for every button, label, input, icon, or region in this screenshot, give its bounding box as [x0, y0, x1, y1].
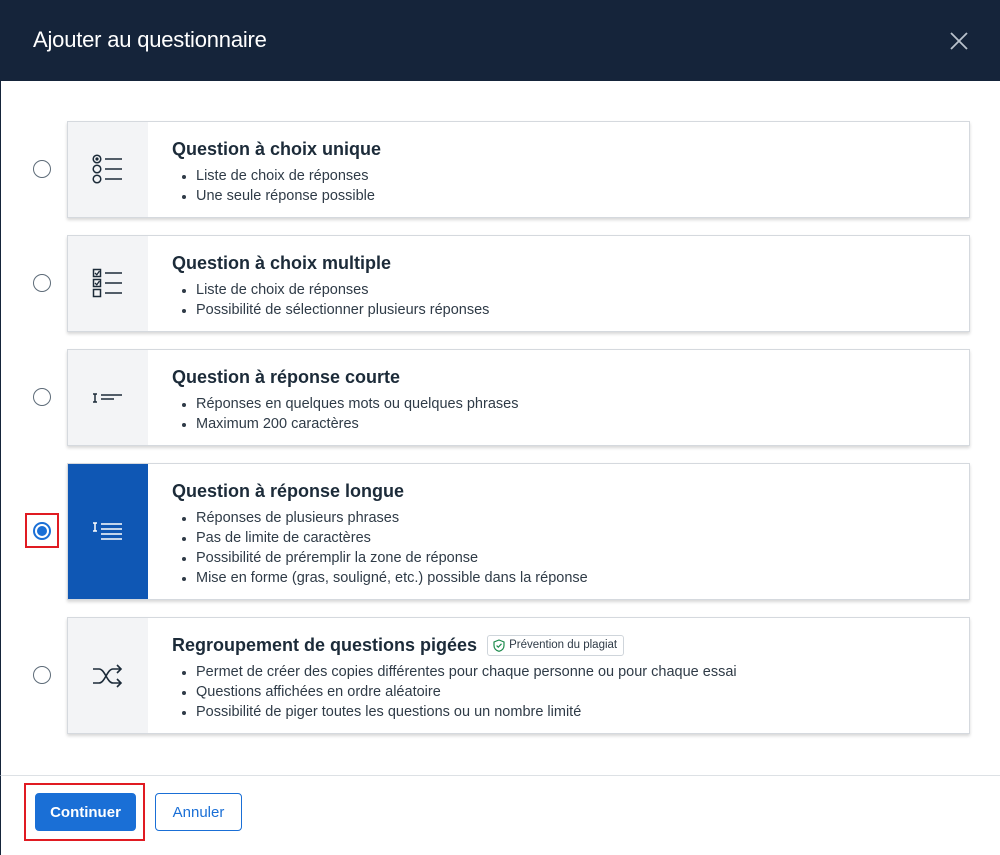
dialog-header: Ajouter au questionnaire [0, 0, 1000, 81]
radio-button-selected[interactable] [33, 522, 51, 540]
option-icon-area [68, 122, 148, 217]
option-bullet: Une seule réponse possible [172, 186, 959, 206]
option-title-row: Regroupement de questions pigées Prévent… [172, 633, 959, 657]
option-title: Question à réponse longue [172, 481, 405, 501]
radio-option-multiple-choice[interactable] [27, 268, 57, 298]
option-card-single-choice[interactable]: Question à choix unique Liste de choix d… [67, 121, 970, 218]
long-answer-icon [93, 521, 122, 540]
option-icon-area [68, 350, 148, 445]
radio-option-single-choice[interactable] [27, 154, 57, 184]
continue-button[interactable]: Continuer [35, 793, 136, 831]
option-icon-area [68, 236, 148, 331]
shuffle-icon [93, 663, 123, 688]
single-choice-icon [92, 153, 122, 184]
option-bullet: Pas de limite de caractères [172, 528, 959, 548]
option-details: Liste de choix de réponses Une seule rép… [172, 166, 959, 206]
radio-button[interactable] [33, 160, 51, 178]
option-bullet: Possibilité de préremplir la zone de rép… [172, 548, 959, 568]
radio-option-question-pool[interactable] [27, 660, 57, 690]
radio-button[interactable] [33, 388, 51, 406]
option-details: Réponses de plusieurs phrases Pas de lim… [172, 508, 959, 588]
dialog-body: Question à choix unique Liste de choix d… [0, 81, 1000, 775]
plagiarism-badge: Prévention du plagiat [487, 634, 625, 656]
option-bullet: Liste de choix de réponses [172, 280, 959, 300]
radio-option-long-answer[interactable] [27, 516, 57, 546]
radio-button[interactable] [33, 274, 51, 292]
option-title: Question à choix multiple [172, 253, 392, 273]
option-title: Question à choix unique [172, 139, 382, 159]
option-card-short-answer[interactable]: Question à réponse courte Réponses en qu… [67, 349, 970, 446]
close-icon [950, 32, 968, 50]
short-answer-icon [93, 392, 122, 403]
option-title: Regroupement de questions pigées [172, 635, 478, 655]
radio-button[interactable] [33, 666, 51, 684]
option-bullet: Mise en forme (gras, souligné, etc.) pos… [172, 568, 959, 588]
option-card-multiple-choice[interactable]: Question à choix multiple Liste de choix… [67, 235, 970, 332]
option-bullet: Réponses en quelques mots ou quelques ph… [172, 394, 959, 414]
option-bullet: Possibilité de sélectionner plusieurs ré… [172, 300, 959, 320]
option-bullet: Possibilité de piger toutes les question… [172, 702, 959, 722]
option-details: Permet de créer des copies différentes p… [172, 662, 959, 722]
option-bullet: Questions affichées en ordre aléatoire [172, 682, 959, 702]
option-details: Liste de choix de réponses Possibilité d… [172, 280, 959, 320]
option-title: Question à réponse courte [172, 367, 401, 387]
shield-check-icon [493, 638, 505, 652]
option-card-question-pool[interactable]: Regroupement de questions pigées Prévent… [67, 617, 970, 734]
option-card-long-answer[interactable]: Question à réponse longue Réponses de pl… [67, 463, 970, 600]
option-bullet: Maximum 200 caractères [172, 414, 959, 434]
option-bullet: Liste de choix de réponses [172, 166, 959, 186]
option-icon-area [68, 464, 148, 599]
option-icon-area [68, 618, 148, 733]
multiple-choice-icon [92, 268, 122, 297]
option-bullet: Réponses de plusieurs phrases [172, 508, 959, 528]
radio-option-short-answer[interactable] [27, 382, 57, 412]
dialog-title: Ajouter au questionnaire [33, 27, 267, 52]
close-button[interactable] [946, 28, 972, 54]
dialog-footer: Continuer Annuler [0, 775, 1000, 855]
cancel-button[interactable]: Annuler [155, 793, 242, 831]
badge-label: Prévention du plagiat [509, 639, 618, 651]
option-details: Réponses en quelques mots ou quelques ph… [172, 394, 959, 434]
option-bullet: Permet de créer des copies différentes p… [172, 662, 959, 682]
